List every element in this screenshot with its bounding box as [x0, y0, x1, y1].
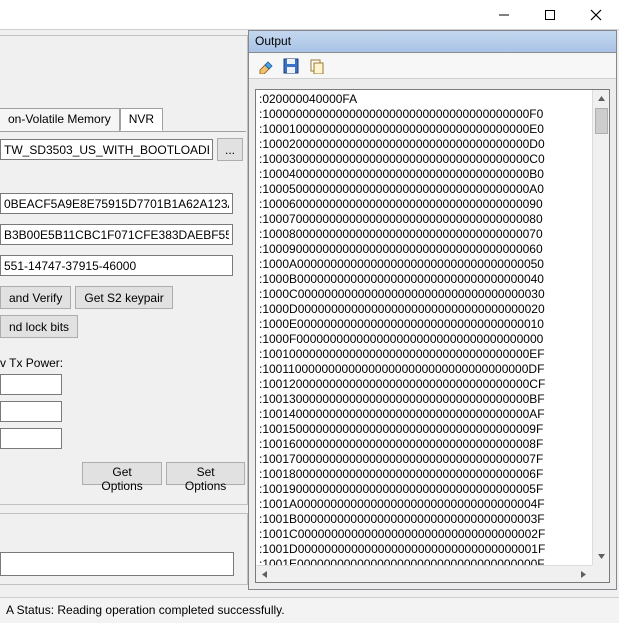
bottom-text-input[interactable] [0, 552, 234, 576]
close-button[interactable] [573, 0, 619, 30]
option-field-3[interactable] [0, 428, 62, 449]
hex-field-3[interactable] [0, 255, 233, 276]
eraser-icon[interactable] [257, 58, 273, 74]
option-field-2[interactable] [0, 401, 62, 422]
get-options-button[interactable]: Get Options [82, 462, 162, 485]
hex-field-2[interactable] [0, 224, 233, 245]
scroll-left-icon[interactable] [256, 566, 273, 583]
option-field-1[interactable] [0, 374, 62, 395]
file-path-input[interactable] [0, 139, 213, 160]
output-title: Output [249, 31, 616, 53]
scroll-down-icon[interactable] [593, 548, 610, 565]
tab-non-volatile-memory[interactable]: on-Volatile Memory [0, 108, 120, 131]
scroll-thumb[interactable] [595, 108, 608, 134]
output-text[interactable]: :020000040000FA :10000000000000000000000… [256, 90, 592, 565]
output-panel: Output :020000040000FA :1000000000000000… [248, 30, 617, 590]
vertical-scrollbar[interactable] [592, 90, 609, 565]
window-titlebar [0, 0, 619, 30]
scroll-right-icon[interactable] [575, 566, 592, 583]
get-s2-keypair-button[interactable]: Get S2 keypair [75, 286, 172, 309]
status-bar: A Status: Reading operation completed su… [0, 597, 619, 623]
hex-field-1[interactable] [0, 193, 233, 214]
set-options-button[interactable]: Set Options [166, 462, 245, 485]
tab-nvr[interactable]: NVR [120, 108, 163, 131]
scroll-up-icon[interactable] [593, 90, 610, 107]
lock-bits-button[interactable]: nd lock bits [0, 315, 78, 338]
tx-power-label: v Tx Power: [0, 356, 245, 370]
save-icon[interactable] [283, 58, 299, 74]
minimize-button[interactable] [481, 0, 527, 30]
horizontal-scrollbar[interactable] [256, 565, 592, 582]
and-verify-button[interactable]: and Verify [0, 286, 71, 309]
scroll-corner [592, 565, 609, 582]
copy-icon[interactable] [309, 58, 325, 74]
browse-button[interactable]: ... [217, 138, 243, 161]
maximize-button[interactable] [527, 0, 573, 30]
status-text: A Status: Reading operation completed su… [6, 603, 285, 617]
